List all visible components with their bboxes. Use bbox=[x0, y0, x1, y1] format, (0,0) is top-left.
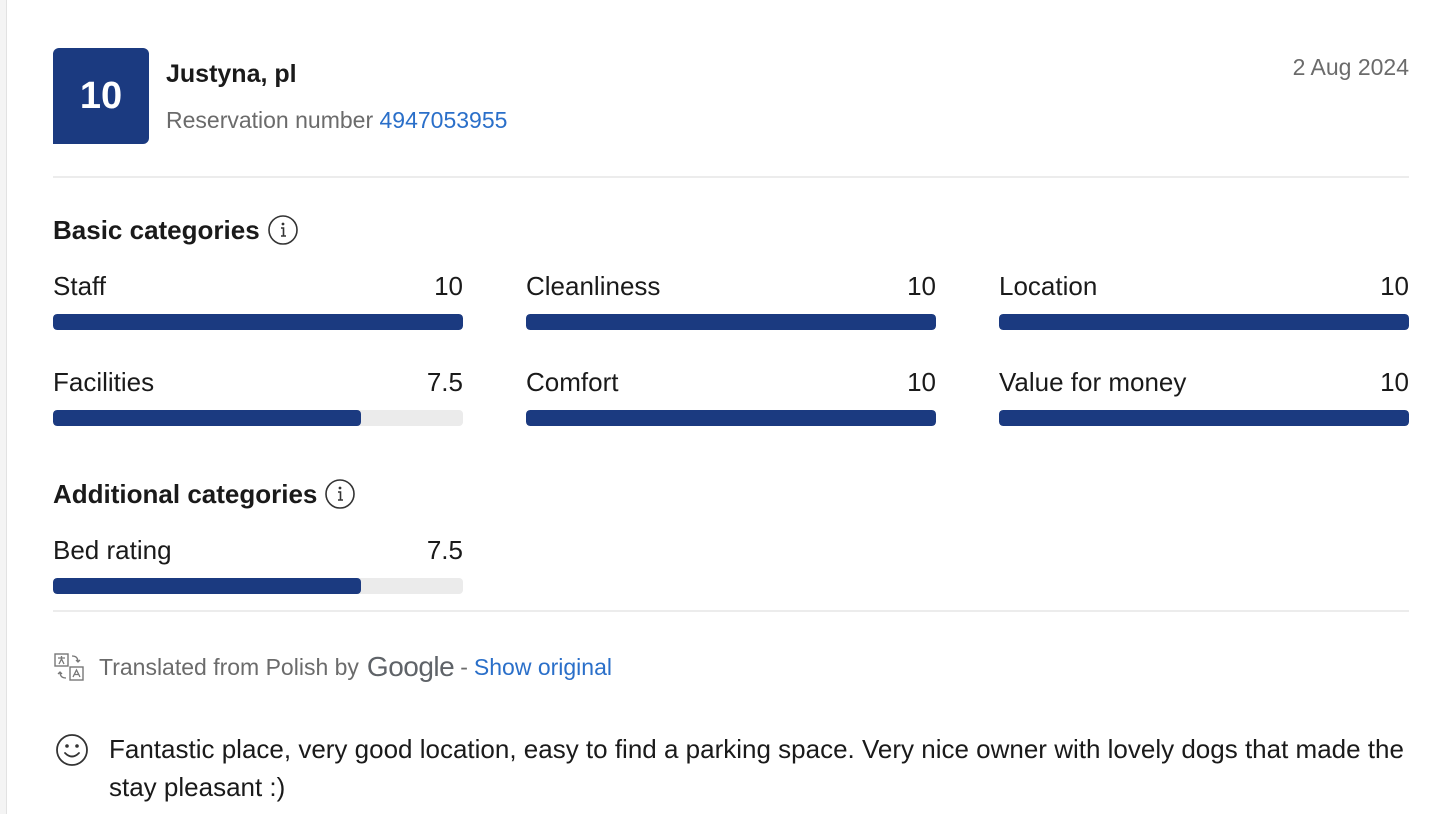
translation-separator: - bbox=[460, 653, 468, 680]
score-bar-track bbox=[53, 314, 463, 330]
category-bed-rating: Bed rating 7.5 bbox=[53, 534, 463, 594]
score-bar-track bbox=[526, 314, 936, 330]
category-label: Facilities bbox=[53, 367, 155, 397]
category-score: 10 bbox=[907, 367, 936, 397]
additional-categories-title: Additional categories bbox=[53, 478, 356, 510]
reservation-label: Reservation number bbox=[166, 107, 374, 133]
basic-categories-title: Basic categories bbox=[53, 214, 299, 246]
category-score: 10 bbox=[1380, 271, 1409, 301]
review-date: 2 Aug 2024 bbox=[1292, 54, 1409, 80]
info-icon[interactable] bbox=[324, 478, 356, 510]
score-bar-track bbox=[53, 578, 463, 594]
review-comment-text: Fantastic place, very good location, eas… bbox=[109, 734, 1404, 802]
category-label: Comfort bbox=[526, 367, 619, 397]
score-bar-track bbox=[526, 410, 936, 426]
reservation-number-link[interactable]: 4947053955 bbox=[380, 107, 508, 133]
review-card: 10 Justyna, pl Reservation number 494705… bbox=[53, 48, 1409, 802]
category-score: 7.5 bbox=[426, 535, 463, 565]
category-score: 10 bbox=[434, 271, 463, 301]
basic-categories-label: Basic categories bbox=[53, 214, 260, 245]
category-score: 7.5 bbox=[426, 367, 463, 397]
category-score: 10 bbox=[907, 271, 936, 301]
score-bar-fill bbox=[53, 410, 361, 426]
score-bar-fill bbox=[53, 578, 361, 594]
score-bar-fill bbox=[53, 314, 463, 330]
review-comment: Fantastic place, very good location, eas… bbox=[53, 730, 1409, 806]
category-staff: Staff 10 bbox=[53, 270, 463, 330]
left-edge-border bbox=[0, 0, 7, 814]
category-label: Value for money bbox=[999, 367, 1187, 397]
score-bar-track bbox=[999, 314, 1409, 330]
score-bar-fill bbox=[526, 314, 936, 330]
category-cleanliness: Cleanliness 10 bbox=[526, 270, 936, 330]
reviewer-name: Justyna, pl bbox=[166, 60, 297, 88]
smile-icon bbox=[53, 731, 91, 769]
translation-notice: Translated from Polish by Google - Show … bbox=[53, 651, 612, 683]
translate-icon bbox=[53, 651, 85, 683]
info-icon[interactable] bbox=[267, 214, 299, 246]
score-bar-track bbox=[999, 410, 1409, 426]
category-score: 10 bbox=[1380, 367, 1409, 397]
header-divider bbox=[53, 176, 1409, 178]
additional-categories-label: Additional categories bbox=[53, 478, 318, 509]
categories-divider bbox=[53, 610, 1409, 612]
score-bar-fill bbox=[999, 314, 1409, 330]
reservation-info: Reservation number 4947053955 bbox=[166, 107, 507, 134]
category-label: Location bbox=[999, 271, 1098, 301]
category-label: Cleanliness bbox=[526, 271, 661, 301]
category-label: Bed rating bbox=[53, 535, 172, 565]
score-bar-fill bbox=[526, 410, 936, 426]
score-badge: 10 bbox=[53, 48, 149, 144]
category-value-for-money: Value for money 10 bbox=[999, 366, 1409, 426]
category-facilities: Facilities 7.5 bbox=[53, 366, 463, 426]
review-header: 10 Justyna, pl Reservation number 494705… bbox=[53, 48, 1409, 144]
score-bar-fill bbox=[999, 410, 1409, 426]
category-comfort: Comfort 10 bbox=[526, 366, 936, 426]
show-original-link[interactable]: Show original bbox=[474, 654, 612, 681]
score-bar-track bbox=[53, 410, 463, 426]
category-location: Location 10 bbox=[999, 270, 1409, 330]
translation-text: Translated from Polish by bbox=[99, 653, 359, 680]
google-logo-text: Google bbox=[366, 651, 455, 682]
category-label: Staff bbox=[53, 271, 107, 301]
